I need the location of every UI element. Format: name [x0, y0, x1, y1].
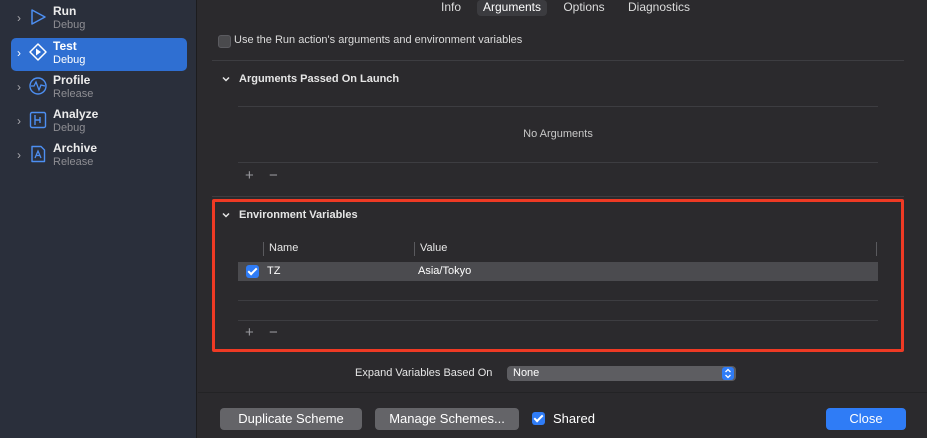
analyze-icon	[29, 111, 47, 129]
column-header-value[interactable]: Value	[420, 242, 447, 254]
table-bottom-border	[238, 320, 878, 321]
sidebar-item-label: Test	[53, 39, 77, 53]
sidebar-item-analyze[interactable]: › Analyze Debug	[11, 106, 187, 139]
close-button[interactable]: Close	[826, 408, 906, 430]
env-enabled-checkbox[interactable]	[246, 265, 259, 278]
shared-label: Shared	[553, 411, 595, 426]
sidebar-item-run[interactable]: › Run Debug	[11, 3, 187, 36]
chevron-right-icon[interactable]: ›	[17, 149, 25, 161]
run-icon	[31, 9, 46, 25]
column-separator	[263, 242, 264, 256]
sidebar-item-sublabel: Release	[53, 156, 94, 168]
scheme-editor-window: › Run Debug › Test Debug › Profile Relea…	[0, 0, 927, 438]
chevron-right-icon[interactable]: ›	[17, 115, 25, 127]
sidebar-item-test[interactable]: › Test Debug	[11, 38, 187, 71]
shared-checkbox[interactable]	[532, 412, 545, 425]
remove-variable-button[interactable]: −	[269, 325, 278, 340]
table-bottom-border	[238, 162, 878, 163]
chevron-down-icon[interactable]	[221, 210, 231, 220]
env-name-cell[interactable]: TZ	[267, 265, 280, 277]
footer-divider	[198, 392, 927, 393]
sidebar-item-sublabel: Release	[53, 88, 94, 100]
column-separator	[876, 242, 877, 256]
env-table-header: Name Value	[238, 240, 878, 258]
no-arguments-placeholder: No Arguments	[523, 128, 593, 140]
sidebar-item-sublabel: Debug	[53, 54, 86, 66]
scheme-detail-pane: Info Arguments Options Diagnostics Use t…	[198, 0, 927, 438]
sidebar-item-sublabel: Debug	[53, 19, 86, 31]
scheme-action-sidebar: › Run Debug › Test Debug › Profile Relea…	[0, 0, 197, 438]
chevron-right-icon[interactable]: ›	[17, 81, 25, 93]
section-divider	[212, 60, 904, 61]
archive-icon	[31, 145, 46, 163]
duplicate-scheme-button[interactable]: Duplicate Scheme	[220, 408, 362, 430]
sidebar-item-label: Profile	[53, 73, 91, 87]
manage-schemes-button[interactable]: Manage Schemes...	[375, 408, 519, 430]
expand-variables-value: None	[513, 367, 540, 379]
sidebar-item-label: Archive	[53, 141, 98, 155]
sidebar-item-sublabel: Debug	[53, 122, 86, 134]
tab-arguments[interactable]: Arguments	[477, 0, 547, 16]
sidebar-item-profile[interactable]: › Profile Release	[11, 72, 187, 105]
column-header-name[interactable]: Name	[269, 242, 298, 254]
tab-options[interactable]: Options	[557, 0, 611, 16]
arguments-section-title[interactable]: Arguments Passed On Launch	[239, 73, 399, 85]
column-separator	[414, 242, 415, 256]
sidebar-item-archive[interactable]: › Archive Release	[11, 140, 187, 173]
remove-argument-button[interactable]: −	[269, 168, 278, 183]
tab-diagnostics[interactable]: Diagnostics	[621, 0, 697, 16]
section-divider	[212, 196, 904, 197]
expand-variables-popup[interactable]: None	[507, 366, 736, 381]
use-run-action-checkbox[interactable]	[218, 35, 231, 48]
chevron-right-icon[interactable]: ›	[17, 12, 25, 24]
table-row[interactable]: TZ Asia/Tokyo	[238, 262, 878, 281]
tab-info[interactable]: Info	[435, 0, 467, 16]
sidebar-item-label: Run	[53, 4, 77, 18]
add-variable-button[interactable]: +	[245, 325, 254, 340]
chevron-down-icon[interactable]	[221, 74, 231, 84]
table-row-border	[238, 300, 878, 301]
environment-variables-section-title[interactable]: Environment Variables	[239, 209, 358, 221]
profile-icon	[29, 77, 47, 95]
tab-bar: Info Arguments Options Diagnostics	[198, 0, 927, 16]
expand-variables-label: Expand Variables Based On	[355, 367, 493, 379]
add-argument-button[interactable]: +	[245, 168, 254, 183]
chevron-right-icon[interactable]: ›	[17, 47, 25, 59]
test-icon	[29, 43, 47, 61]
use-run-action-label: Use the Run action's arguments and envir…	[234, 34, 523, 46]
env-value-cell[interactable]: Asia/Tokyo	[418, 265, 471, 277]
sidebar-item-label: Analyze	[53, 107, 99, 121]
up-down-arrows-icon	[722, 367, 734, 380]
